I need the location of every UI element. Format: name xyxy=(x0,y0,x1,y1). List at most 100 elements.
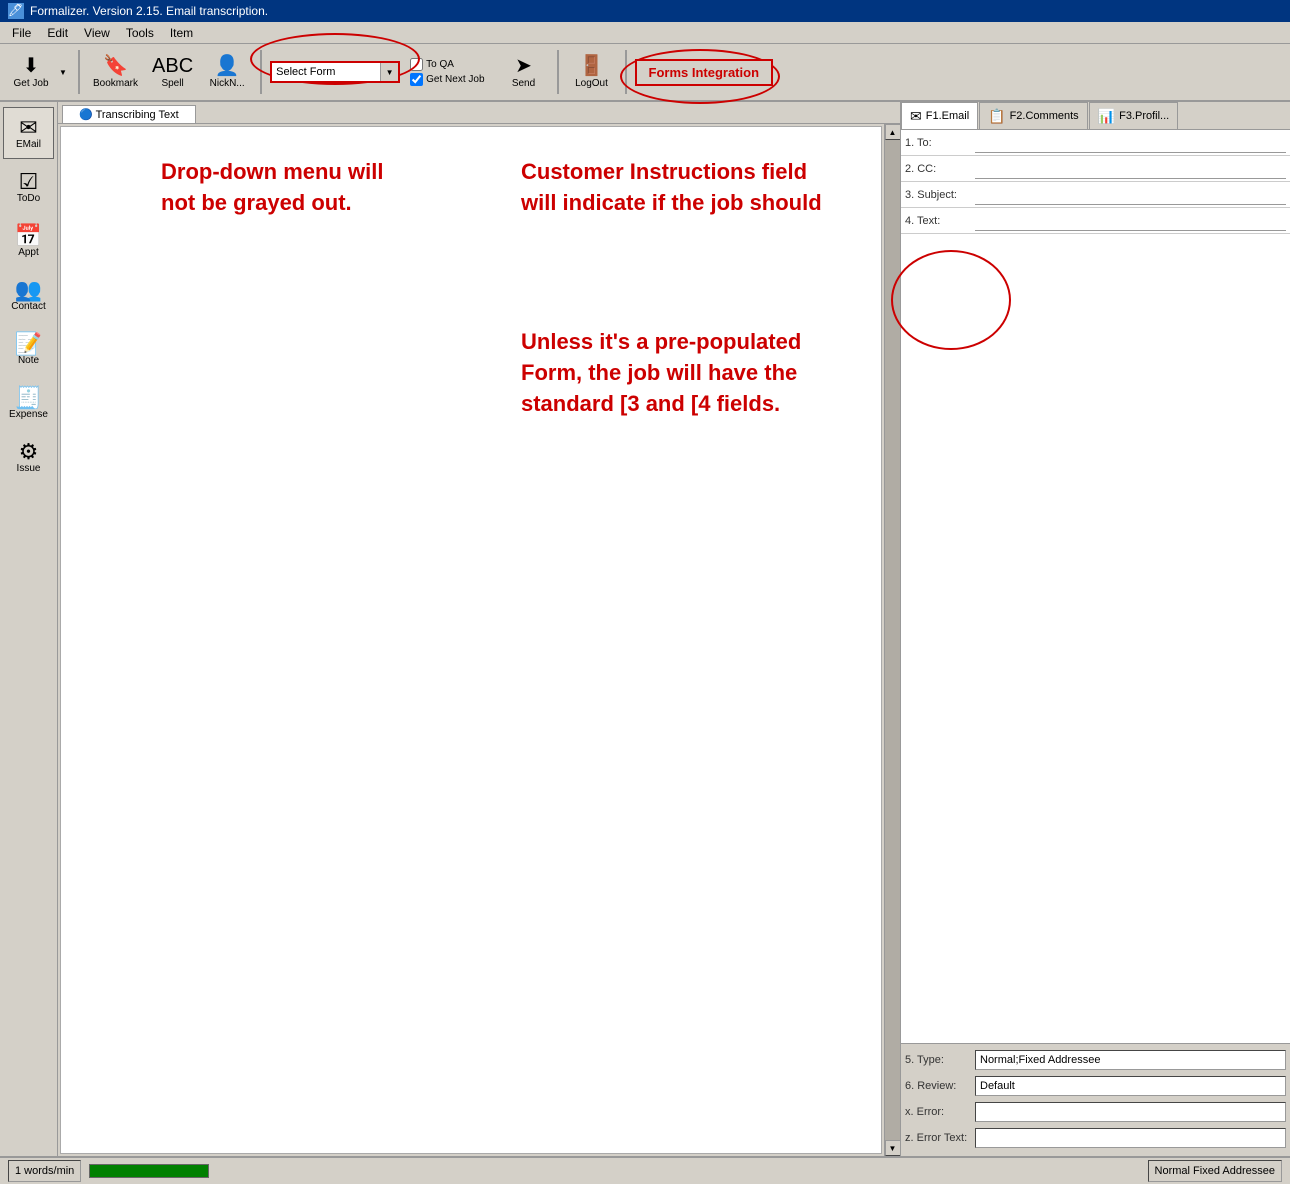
field-text-input[interactable] xyxy=(975,211,1286,231)
get-next-job-label: Get Next Job xyxy=(426,74,484,85)
content-with-scroll: Drop-down menu willnot be grayed out. Cu… xyxy=(58,124,900,1156)
forms-integration-button[interactable]: Forms Integration xyxy=(635,59,774,86)
vertical-scrollbar[interactable]: ▲ ▼ xyxy=(884,124,900,1156)
right-tab-email[interactable]: ✉ F1.Email xyxy=(901,102,978,129)
sidebar-label-todo: ToDo xyxy=(17,193,40,204)
field-review-label: 6. Review: xyxy=(905,1080,975,1092)
nickname-button[interactable]: 👤 NickN... xyxy=(202,47,252,97)
field-cc-number: 2. CC: xyxy=(905,163,975,175)
sidebar-item-issue[interactable]: ⚙ Issue xyxy=(3,431,54,483)
tab-bar: 🔵 Transcribing Text xyxy=(58,102,900,124)
field-subject-number: 3. Subject: xyxy=(905,189,975,201)
field-row-text: 4. Text: xyxy=(901,208,1290,234)
to-qa-checkbox-label[interactable]: To QA xyxy=(410,58,484,71)
sidebar-item-note[interactable]: 📝 Note xyxy=(3,323,54,375)
logout-button[interactable]: 🚪 LogOut xyxy=(567,47,617,97)
center-area: 🔵 Transcribing Text Drop-down menu willn… xyxy=(58,102,900,1156)
menu-edit[interactable]: Edit xyxy=(39,24,76,42)
bookmark-label: Bookmark xyxy=(93,78,138,89)
separator-1 xyxy=(78,50,80,94)
logout-icon: 🚪 xyxy=(579,56,604,76)
right-tab-profile[interactable]: 📊 F3.Profil... xyxy=(1089,102,1179,129)
menu-view[interactable]: View xyxy=(76,24,118,42)
field-to-number: 1. To: xyxy=(905,137,975,149)
tab-transcribing-label: 🔵 xyxy=(79,109,96,121)
send-button[interactable]: ➤ Send xyxy=(499,47,549,97)
spell-label: Spell xyxy=(161,78,183,89)
spell-icon: ABC xyxy=(152,56,193,76)
send-label: Send xyxy=(512,78,535,89)
field-error-value xyxy=(975,1102,1286,1122)
get-job-dropdown-arrow[interactable]: ▼ xyxy=(56,47,70,97)
toolbar: ⬇ Get Job ▼ 🔖 Bookmark ABC Spell 👤 NickN… xyxy=(0,44,1290,102)
get-next-job-checkbox[interactable] xyxy=(410,73,423,86)
to-qa-label: To QA xyxy=(426,59,454,70)
logout-label: LogOut xyxy=(575,78,608,89)
comments-tab-label: F2.Comments xyxy=(1010,110,1079,122)
forms-integration-wrapper: Forms Integration xyxy=(635,59,774,86)
field-to-input[interactable] xyxy=(975,133,1286,153)
select-form-dropdown[interactable]: Select Form xyxy=(270,61,400,83)
title-text: Formalizer. Version 2.15. Email transcri… xyxy=(30,4,268,18)
title-bar: 🖊 Formalizer. Version 2.15. Email transc… xyxy=(0,0,1290,22)
sidebar-label-email: EMail xyxy=(16,139,41,150)
scroll-up-button[interactable]: ▲ xyxy=(885,124,901,140)
nickname-label: NickN... xyxy=(210,78,245,89)
bottom-field-error: x. Error: xyxy=(905,1100,1286,1124)
field-error-label: x. Error: xyxy=(905,1106,975,1118)
right-content: 1. To: 2. CC: 3. Subject: 4. Text: xyxy=(901,130,1290,1043)
right-panel: ✉ F1.Email 📋 F2.Comments 📊 F3.Profil... … xyxy=(900,102,1290,1156)
tab-transcribing[interactable]: 🔵 Transcribing Text xyxy=(62,105,196,123)
menu-tools[interactable]: Tools xyxy=(118,24,162,42)
profile-tab-label: F3.Profil... xyxy=(1119,110,1169,122)
sidebar-label-appt: Appt xyxy=(18,247,39,258)
right-annotation-circle xyxy=(891,250,1011,350)
bottom-fields: 5. Type: Normal;Fixed Addressee 6. Revie… xyxy=(901,1043,1290,1156)
scroll-track[interactable] xyxy=(885,140,901,1140)
expense-icon: 🧾 xyxy=(15,387,42,409)
field-error-text-label: z. Error Text: xyxy=(905,1132,975,1144)
bottom-field-type: 5. Type: Normal;Fixed Addressee xyxy=(905,1048,1286,1072)
get-job-button-group: ⬇ Get Job ▼ xyxy=(6,47,70,97)
field-cc-input[interactable] xyxy=(975,159,1286,179)
menu-item[interactable]: Item xyxy=(162,24,201,42)
nickname-icon: 👤 xyxy=(215,56,240,76)
get-job-button[interactable]: ⬇ Get Job xyxy=(6,47,56,97)
status-bar: 1 words/min Normal Fixed Addressee xyxy=(0,1156,1290,1184)
field-subject-input[interactable] xyxy=(975,185,1286,205)
sidebar-label-expense: Expense xyxy=(9,409,48,420)
field-row-to: 1. To: xyxy=(901,130,1290,156)
email-tab-label: F1.Email xyxy=(926,110,969,122)
right-tab-comments[interactable]: 📋 F2.Comments xyxy=(979,102,1088,129)
status-addressee: Normal Fixed Addressee xyxy=(1148,1160,1282,1182)
issue-icon: ⚙ xyxy=(19,441,39,463)
sidebar-item-appt[interactable]: 📅 Appt xyxy=(3,215,54,267)
separator-3 xyxy=(557,50,559,94)
bookmark-icon: 🔖 xyxy=(103,56,128,76)
sidebar-item-expense[interactable]: 🧾 Expense xyxy=(3,377,54,429)
annotation-left: Drop-down menu willnot be grayed out. xyxy=(161,157,441,219)
comments-tab-icon: 📋 xyxy=(988,108,1005,125)
send-icon: ➤ xyxy=(515,56,532,76)
sidebar-item-todo[interactable]: ☑ ToDo xyxy=(3,161,54,213)
to-qa-checkbox[interactable] xyxy=(410,58,423,71)
get-next-job-checkbox-label[interactable]: Get Next Job xyxy=(410,73,484,86)
menu-file[interactable]: File xyxy=(4,24,39,42)
progress-bar xyxy=(89,1164,209,1178)
field-text-number: 4. Text: xyxy=(905,215,975,227)
sidebar: ✉ EMail ☑ ToDo 📅 Appt 👥 Contact 📝 Note 🧾… xyxy=(0,102,58,1156)
sidebar-label-contact: Contact xyxy=(11,301,45,312)
sidebar-item-email[interactable]: ✉ EMail xyxy=(3,107,54,159)
sidebar-item-contact[interactable]: 👥 Contact xyxy=(3,269,54,321)
sidebar-label-issue: Issue xyxy=(17,463,41,474)
spell-button[interactable]: ABC Spell xyxy=(147,47,198,97)
app-icon: 🖊 xyxy=(8,3,24,19)
scroll-down-button[interactable]: ▼ xyxy=(885,1140,901,1156)
get-job-icon: ⬇ xyxy=(23,56,40,76)
bookmark-button[interactable]: 🔖 Bookmark xyxy=(88,47,143,97)
menu-bar: File Edit View Tools Item xyxy=(0,22,1290,44)
field-type-value: Normal;Fixed Addressee xyxy=(975,1050,1286,1070)
main-layout: ✉ EMail ☑ ToDo 📅 Appt 👥 Contact 📝 Note 🧾… xyxy=(0,102,1290,1156)
select-form-container: Select Form ▼ xyxy=(270,47,400,97)
main-content-area[interactable]: Drop-down menu willnot be grayed out. Cu… xyxy=(60,126,882,1154)
